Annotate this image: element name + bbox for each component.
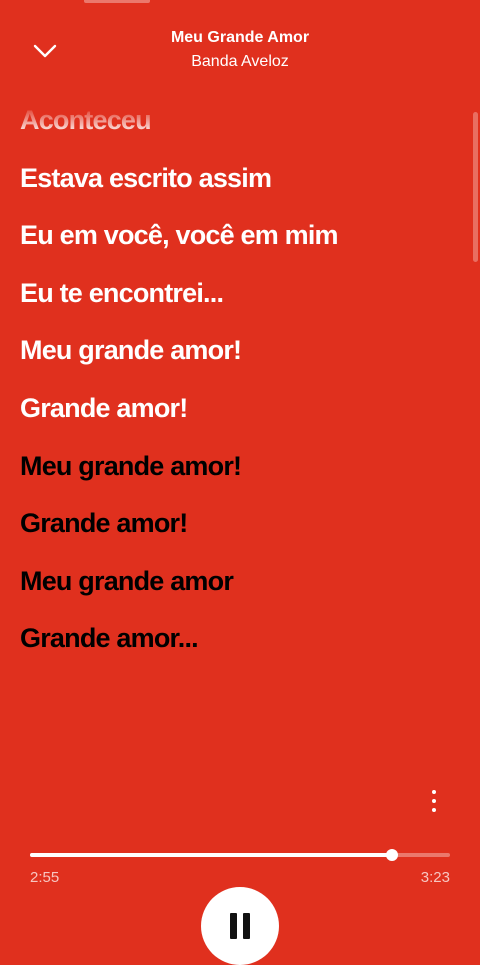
- more-vertical-icon: [432, 790, 436, 794]
- more-vertical-icon-dot: [432, 799, 436, 803]
- lyric-line[interactable]: Eu em você, você em mim: [20, 215, 460, 273]
- lyric-line[interactable]: Aconteceu: [20, 100, 460, 158]
- collapse-button[interactable]: [26, 32, 64, 70]
- now-playing-header: Meu Grande Amor Banda Aveloz: [90, 28, 390, 73]
- lyric-line[interactable]: Estava escrito assim: [20, 158, 460, 216]
- lyric-line[interactable]: Meu grande amor!: [20, 446, 460, 504]
- play-pause-button[interactable]: [201, 887, 279, 965]
- progress-fill: [30, 853, 393, 857]
- status-bar-indicator: [84, 0, 150, 3]
- lyric-line[interactable]: Grande amor!: [20, 503, 460, 561]
- lyric-line[interactable]: Meu grande amor: [20, 561, 460, 619]
- total-time: 3:23: [420, 869, 450, 886]
- progress-bar[interactable]: [30, 849, 450, 861]
- lyrics-panel[interactable]: Aconteceu Estava escrito assim Eu em voc…: [20, 100, 460, 676]
- lyric-line[interactable]: Grande amor...: [20, 618, 460, 676]
- song-title: Meu Grande Amor: [170, 29, 310, 46]
- lyrics-scrollbar[interactable]: [473, 112, 478, 262]
- progress-thumb[interactable]: [386, 849, 399, 861]
- more-options-button[interactable]: [420, 784, 448, 818]
- more-vertical-icon-dot: [432, 808, 436, 812]
- lyric-line[interactable]: Eu te encontrei...: [20, 273, 460, 331]
- lyric-line[interactable]: Meu grande amor!: [20, 330, 460, 388]
- lyric-line[interactable]: Grande amor!: [20, 388, 460, 446]
- artist-name[interactable]: Banda Aveloz: [90, 51, 390, 73]
- chevron-down-icon: [33, 44, 57, 58]
- elapsed-time: 2:55: [30, 869, 60, 886]
